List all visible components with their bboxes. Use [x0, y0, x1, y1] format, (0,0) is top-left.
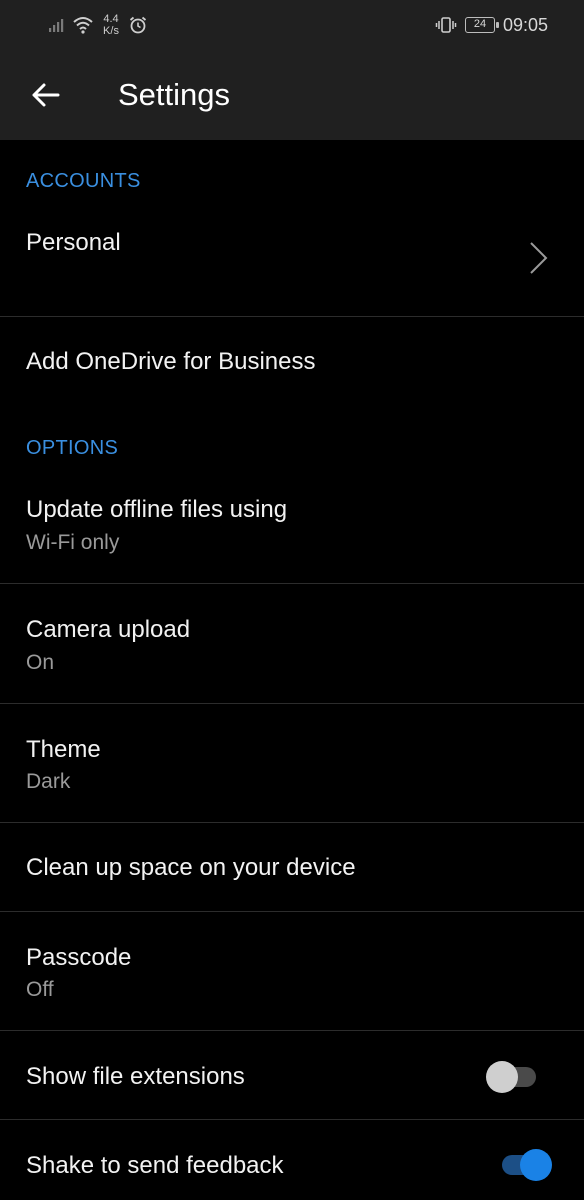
setting-update-offline-title: Update offline files using [26, 496, 288, 523]
toggle-knob [486, 1061, 518, 1093]
setting-theme[interactable]: Theme Dark [0, 704, 584, 822]
app-bar: Settings [0, 50, 584, 140]
setting-clean-up-title: Clean up space on your device [26, 854, 356, 881]
setting-passcode-title: Passcode [26, 944, 132, 971]
setting-shake-feedback-title: Shake to send feedback [26, 1152, 284, 1179]
status-left: 4.4 K/s [48, 10, 148, 40]
setting-clean-up[interactable]: Clean up space on your device [0, 823, 584, 911]
chevron-right-icon [530, 242, 548, 274]
status-right: 24 09:05 [435, 10, 548, 40]
toggle-knob [520, 1149, 552, 1181]
setting-passcode-value: Off [26, 978, 54, 1001]
add-onedrive-business[interactable]: Add OneDrive for Business [0, 317, 584, 413]
setting-theme-value: Dark [26, 770, 71, 793]
setting-camera-upload-value: On [26, 651, 55, 674]
setting-camera-upload[interactable]: Camera upload On [0, 584, 584, 703]
account-personal[interactable]: Personal [0, 205, 584, 317]
setting-theme-title: Theme [26, 736, 101, 763]
setting-update-offline-value: Wi-Fi only [26, 531, 120, 554]
network-speed: 4.4 K/s [100, 13, 122, 37]
add-onedrive-business-label: Add OneDrive for Business [26, 348, 316, 375]
battery-icon: 24 [464, 17, 499, 33]
setting-shake-feedback[interactable]: Shake to send feedback [0, 1120, 584, 1200]
section-header-options: OPTIONS [26, 437, 119, 459]
signal-icon [49, 19, 64, 32]
setting-file-extensions-title: Show file extensions [26, 1063, 245, 1090]
wifi-icon [73, 17, 93, 34]
status-bar: 4.4 K/s 24 09:05 [0, 0, 584, 50]
network-speed-value: 4.4 [103, 13, 119, 25]
setting-camera-upload-title: Camera upload [26, 616, 191, 643]
section-header-accounts: ACCOUNTS [26, 170, 141, 192]
shake-feedback-toggle[interactable] [498, 1143, 552, 1183]
file-extensions-toggle[interactable] [486, 1055, 540, 1095]
status-time: 09:05 [502, 14, 548, 35]
setting-passcode[interactable]: Passcode Off [0, 912, 584, 1030]
setting-update-offline[interactable]: Update offline files using Wi-Fi only [0, 470, 584, 583]
page-title: Settings [118, 77, 231, 112]
account-personal-label: Personal [26, 229, 121, 256]
vibrate-icon [435, 17, 457, 33]
arrow-left-icon[interactable] [26, 75, 66, 115]
network-speed-unit: K/s [103, 25, 119, 37]
alarm-icon [129, 16, 147, 34]
